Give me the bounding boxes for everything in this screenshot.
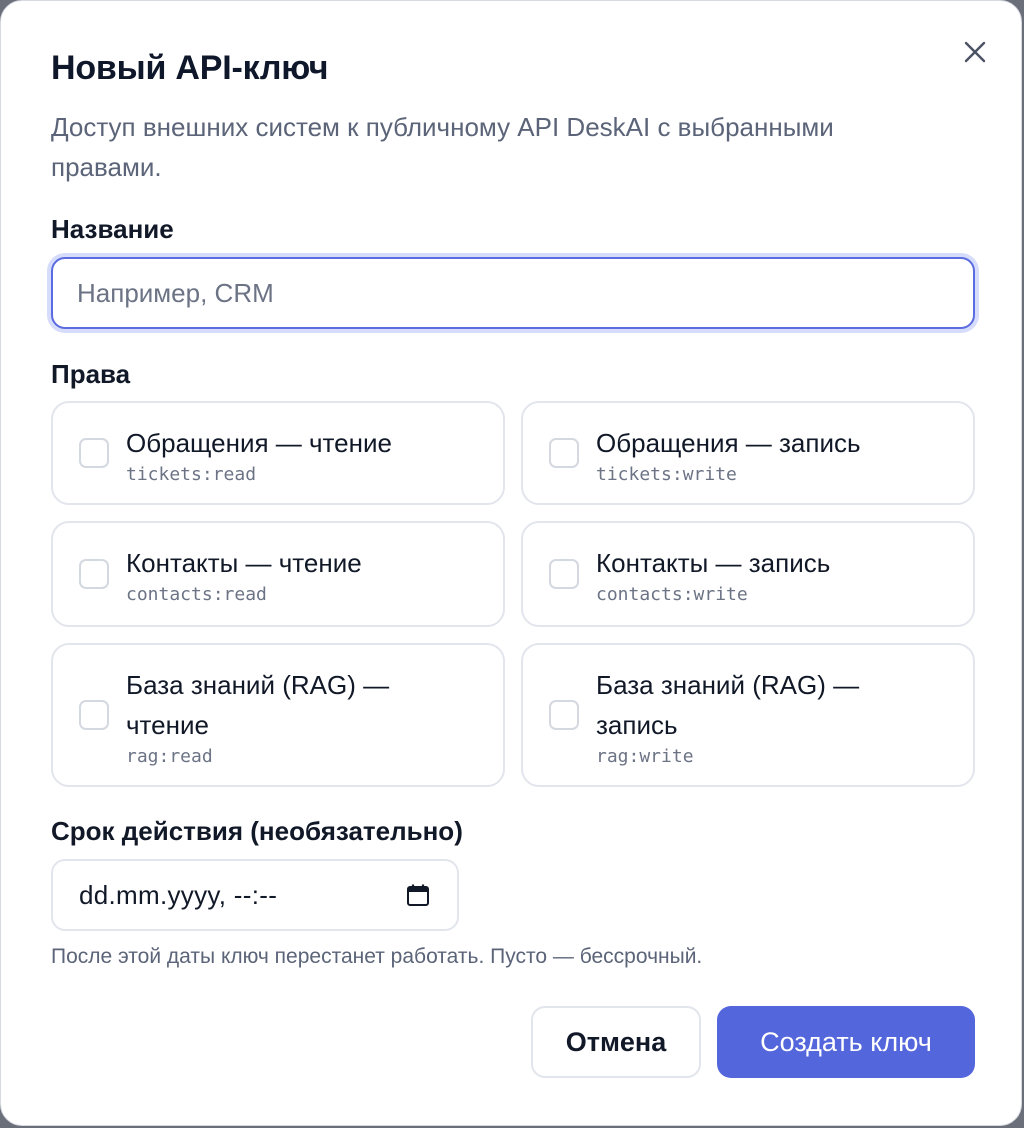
close-button[interactable] [957,35,993,71]
permission-rag-write[interactable]: База знаний (RAG) — запись rag:write [521,643,975,787]
close-icon [964,41,986,66]
calendar-icon[interactable] [405,882,431,908]
permission-title: Обращения — чтение [126,428,392,458]
name-input[interactable] [51,257,975,329]
name-label: Название [51,214,174,244]
permission-code: tickets:write [596,464,737,485]
checkbox-contacts-write[interactable] [549,559,579,589]
permission-title: База знаний (RAG) — чтение [126,670,390,740]
permission-code: rag:write [596,746,694,767]
expiry-value: dd.mm.yyyy, --:-- [79,879,278,910]
checkbox-tickets-read[interactable] [79,438,109,468]
checkbox-rag-read[interactable] [79,700,109,730]
permission-rag-read[interactable]: База знаний (RAG) — чтение rag:read [51,643,505,787]
permission-contacts-read[interactable]: Контакты — чтение contacts:read [51,521,505,627]
cancel-button[interactable]: Отмена [531,1006,701,1078]
permission-title: База знаний (RAG) — запись [596,670,860,740]
permission-code: tickets:read [126,464,257,485]
dialog-description: Доступ внешних систем к публичному API D… [51,112,834,182]
permission-code: rag:read [126,746,213,767]
permission-code: contacts:read [126,584,267,605]
permission-code: contacts:write [596,584,748,605]
permission-title: Контакты — запись [596,548,831,578]
checkbox-rag-write[interactable] [549,700,579,730]
dialog-title: Новый API-ключ [51,49,329,87]
permissions-label: Права [51,359,131,389]
permissions-grid: Обращения — чтение tickets:read Обращени… [51,401,975,787]
create-key-button[interactable]: Создать ключ [717,1006,975,1078]
permission-tickets-write[interactable]: Обращения — запись tickets:write [521,401,975,505]
new-api-key-dialog: Новый API-ключ Доступ внешних систем к п… [0,0,1022,1126]
expiry-hint: После этой даты ключ перестанет работать… [51,945,703,968]
expiry-label: Срок действия (необязательно) [51,816,463,846]
checkbox-contacts-read[interactable] [79,559,109,589]
permission-tickets-read[interactable]: Обращения — чтение tickets:read [51,401,505,505]
expiry-datetime-input[interactable]: dd.mm.yyyy, --:-- [51,859,459,931]
permission-title: Обращения — запись [596,428,861,458]
checkbox-tickets-write[interactable] [549,438,579,468]
permission-contacts-write[interactable]: Контакты — запись contacts:write [521,521,975,627]
permission-title: Контакты — чтение [126,548,362,578]
